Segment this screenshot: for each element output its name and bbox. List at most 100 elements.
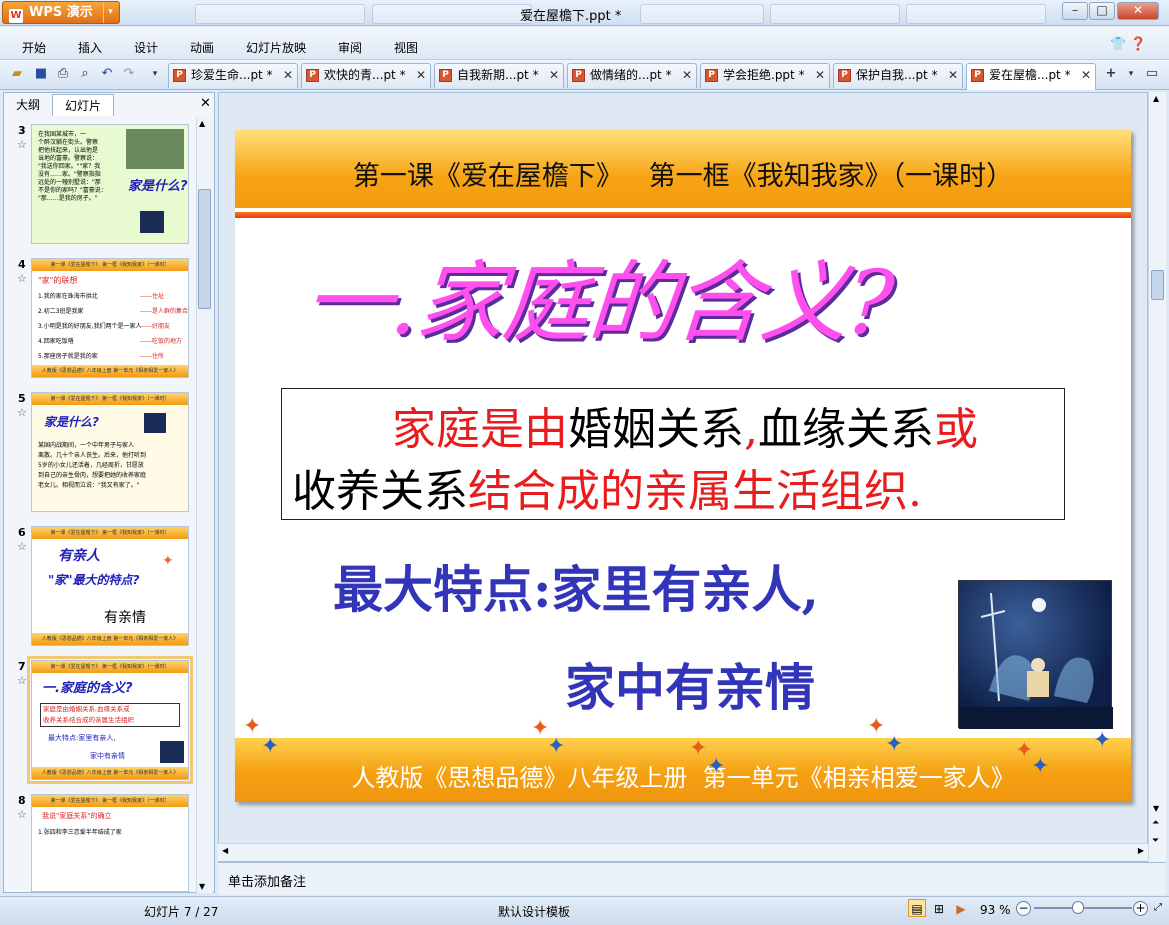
doc-tab[interactable]: P 自我新期...pt * ✕ xyxy=(434,63,564,88)
menu-review[interactable]: 审阅 xyxy=(338,39,362,56)
slide-picture[interactable] xyxy=(958,580,1113,729)
wps-menu-button[interactable]: W WPS 演示 ▾ xyxy=(2,1,120,24)
tab-slides[interactable]: 幻灯片 xyxy=(52,94,114,116)
close-panel-icon[interactable]: ✕ xyxy=(200,96,211,111)
slide-footer-text[interactable]: 人教版《思想品德》八年级上册 第一单元《相亲相爱一家人》 xyxy=(235,758,1131,793)
close-tab-icon[interactable]: ✕ xyxy=(283,64,293,86)
restore-layout-icon[interactable]: ▭ xyxy=(1143,65,1161,83)
slide-canvas[interactable]: 第一课《爱在屋檐下》 第一框《我知我家》（一课时） 一.家庭的含义? 家庭是由婚… xyxy=(235,130,1131,802)
slide-title[interactable]: 一.家庭的含义? xyxy=(301,232,897,359)
slide-thumbnail[interactable]: 第一课《爱在屋檐下》 第一框《我知我家》（一课时） 家是什么? 某国内战期间，一… xyxy=(31,392,189,512)
menu-animation[interactable]: 动画 xyxy=(190,39,214,56)
scroll-left-icon[interactable]: ◀ xyxy=(222,846,228,855)
scroll-up-icon[interactable]: ▲ xyxy=(1153,94,1159,103)
tab-outline[interactable]: 大纲 xyxy=(8,94,48,116)
thumb-header: 第一课《爱在屋檐下》 第一框《我知我家》（一课时） xyxy=(32,393,188,405)
slide-header-text[interactable]: 第一课《爱在屋檐下》 第一框《我知我家》（一课时） xyxy=(235,154,1131,193)
notes-placeholder[interactable]: 单击添加备注 xyxy=(228,871,306,890)
doc-tab-label: 学会拒绝.ppt * xyxy=(723,68,805,82)
thumb-line: 把他扶起来，认出他是 xyxy=(38,147,99,154)
background-window-tab[interactable] xyxy=(640,4,764,24)
maximize-button[interactable]: □ xyxy=(1089,2,1115,20)
next-slide-icon[interactable]: ⏷ xyxy=(1152,836,1159,846)
thumb-line: 离散。几十个亲人丧生。后来，他打听到 xyxy=(38,452,147,459)
skin-icon[interactable]: 👕 xyxy=(1110,37,1126,52)
thumb-picture xyxy=(144,413,166,433)
slide-counter: 幻灯片 7 / 27 xyxy=(144,905,219,919)
slide-thumbnail[interactable]: 第一课《爱在屋檐下》 第一框《我知我家》（一课时） 有亲人 "家"最大的特点? … xyxy=(31,526,189,646)
doc-tab[interactable]: P 欢快的青...pt * ✕ xyxy=(301,63,431,88)
help-icon[interactable]: ❓ xyxy=(1130,37,1146,52)
close-tab-icon[interactable]: ✕ xyxy=(1081,64,1091,86)
zoom-in-button[interactable]: + xyxy=(1133,901,1148,916)
scroll-up-icon[interactable]: ▲ xyxy=(199,119,205,128)
close-tab-icon[interactable]: ✕ xyxy=(416,64,426,86)
background-window-tab[interactable] xyxy=(770,4,900,24)
ppt-file-icon: P xyxy=(306,69,319,82)
menu-design[interactable]: 设计 xyxy=(134,39,158,56)
notes-pane[interactable]: 单击添加备注 xyxy=(218,862,1166,895)
minimize-button[interactable]: – xyxy=(1062,2,1088,20)
zoom-out-button[interactable]: − xyxy=(1016,901,1031,916)
print-icon[interactable]: ⎙ xyxy=(54,65,72,83)
definition-textbox[interactable]: 家庭是由婚姻关系,血缘关系或 收养关系结合成的亲属生活组织. xyxy=(281,388,1065,520)
doc-tab-active[interactable]: P 爱在屋檐...pt * ✕ xyxy=(966,63,1096,90)
customize-toolbar-icon[interactable]: ▾ xyxy=(146,65,164,83)
slide-number: 8 xyxy=(18,794,26,807)
close-window-button[interactable]: ✕ xyxy=(1117,2,1159,20)
normal-view-icon[interactable]: ▤ xyxy=(908,899,926,917)
transition-star-icon: ☆ xyxy=(17,406,27,419)
sparkle-icon: ✦ xyxy=(867,714,886,739)
doc-tab-label: 珍爱生命...pt * xyxy=(191,68,273,82)
save-icon[interactable]: ■ xyxy=(32,65,50,83)
slide-sorter-icon[interactable]: ⊞ xyxy=(930,899,948,917)
background-window-tab[interactable] xyxy=(372,4,532,24)
sparkle-icon: ✦ xyxy=(885,732,904,757)
previous-slide-icon[interactable]: ⏶ xyxy=(1152,818,1159,828)
scroll-down-icon[interactable]: ▼ xyxy=(1153,804,1159,813)
vertical-scrollbar[interactable]: ▲ ▼ ⏶ ⏷ xyxy=(1148,92,1166,862)
menu-start[interactable]: 开始 xyxy=(22,39,46,56)
sparkle-icon: ✦ xyxy=(1031,754,1050,779)
close-tab-icon[interactable]: ✕ xyxy=(815,64,825,86)
doc-tab[interactable]: P 珍爱生命...pt * ✕ xyxy=(168,63,298,88)
doc-tab[interactable]: P 做情绪的...pt * ✕ xyxy=(567,63,697,88)
new-tab-icon[interactable]: + xyxy=(1102,65,1120,83)
scroll-down-icon[interactable]: ▼ xyxy=(199,882,205,891)
doc-tab[interactable]: P 保护自我...pt * ✕ xyxy=(833,63,963,88)
fit-window-icon[interactable]: ⤢ xyxy=(1154,902,1162,913)
undo-icon[interactable]: ↶ xyxy=(98,65,116,83)
sparkle-icon: ✦ xyxy=(547,734,566,759)
close-tab-icon[interactable]: ✕ xyxy=(682,64,692,86)
doc-tab[interactable]: P 学会拒绝.ppt * ✕ xyxy=(700,63,830,88)
background-window-tab[interactable] xyxy=(195,4,365,24)
thumb-line: 收养关系结合成的亲属生活组织 xyxy=(43,716,134,724)
tab-list-icon[interactable]: ▾ xyxy=(1122,65,1140,83)
feature-text-2[interactable]: 家中有亲情 xyxy=(565,648,815,720)
slide-number: 4 xyxy=(18,258,26,271)
menu-slideshow[interactable]: 幻灯片放映 xyxy=(246,39,306,56)
slide-thumbnail[interactable]: 第一课《爱在屋檐下》 第一框《我知我家》（一课时） 我说"家庭关系"的确立 1.… xyxy=(31,794,189,892)
close-tab-icon[interactable]: ✕ xyxy=(948,64,958,86)
slideshow-icon[interactable]: ▶ xyxy=(952,899,970,917)
close-tab-icon[interactable]: ✕ xyxy=(549,64,559,86)
redo-icon[interactable]: ↷ xyxy=(120,65,138,83)
open-icon[interactable]: ▰ xyxy=(8,65,26,83)
print-preview-icon[interactable]: ⌕ xyxy=(76,65,94,83)
background-window-tab[interactable] xyxy=(906,4,1046,24)
zoom-slider-handle[interactable] xyxy=(1072,901,1084,914)
menu-bar xyxy=(0,27,1169,60)
slide-thumbnail-selected[interactable]: 第一课《爱在屋檐下》 第一框《我知我家》（一课时） 一.家庭的含义? 家庭是由婚… xyxy=(27,656,193,784)
menu-insert[interactable]: 插入 xyxy=(78,39,102,56)
scroll-thumb[interactable] xyxy=(1151,270,1164,300)
scroll-right-icon[interactable]: ▶ xyxy=(1138,846,1144,855)
slide-thumbnail[interactable]: 在我国某城市，一 个醉汉躺在街头。警察 把他扶起来，认出他是 当地的富豪。警察说： "我… xyxy=(31,124,189,244)
thumb-header: 第一课《爱在屋檐下》 第一框《我知我家》（一课时） xyxy=(32,661,188,673)
panel-scrollbar[interactable]: ▲ ▼ xyxy=(196,117,213,893)
slide-thumbnail[interactable]: 第一课《爱在屋檐下》 第一框《我知我家》（一课时） "家"的联想 1.我的家在珠… xyxy=(31,258,189,378)
feature-text-1[interactable]: 最大特点:家里有亲人, xyxy=(333,550,819,622)
horizontal-scrollbar[interactable]: ◀ ▶ xyxy=(218,843,1148,861)
scroll-thumb[interactable] xyxy=(198,189,211,309)
menu-view[interactable]: 视图 xyxy=(394,39,418,56)
window-title: 爱在屋檐下.ppt * xyxy=(520,9,622,24)
